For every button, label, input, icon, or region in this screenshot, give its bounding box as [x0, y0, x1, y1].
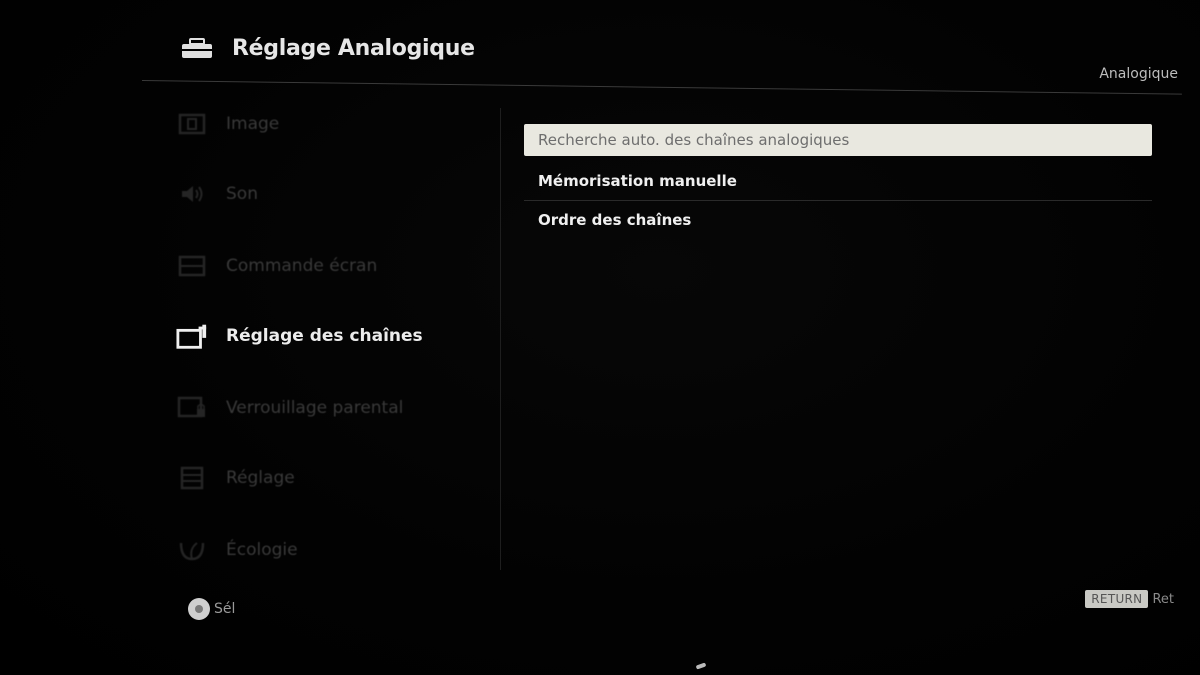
- panel-divider: [500, 108, 501, 570]
- input-mode-label: Analogique: [1099, 66, 1178, 82]
- return-hint-label: Ret: [1152, 591, 1174, 607]
- sidebar-item-image[interactable]: Image: [176, 104, 496, 144]
- options-panel: Recherche auto. des chaînes analogiques …: [524, 124, 1152, 239]
- return-hint[interactable]: RETURN Ret: [1085, 590, 1174, 608]
- settings-list-icon: [176, 465, 208, 491]
- picture-icon: [176, 111, 208, 137]
- channel-setup-icon: [176, 323, 208, 349]
- sidebar-item-ecology[interactable]: Écologie: [176, 530, 496, 570]
- sidebar-item-label: Son: [226, 184, 258, 204]
- sidebar-item-settings[interactable]: Réglage: [176, 458, 496, 498]
- header-divider: [141, 80, 1182, 95]
- eco-leaf-icon: [176, 537, 208, 563]
- toolbox-icon: [180, 37, 214, 60]
- option-manual-memorization[interactable]: Mémorisation manuelle: [524, 162, 1152, 201]
- select-hint: Sél: [188, 598, 235, 620]
- page-title: Réglage Analogique: [232, 36, 475, 61]
- sidebar-item-label: Verrouillage parental: [226, 398, 404, 418]
- sidebar-item-label: Commande écran: [226, 256, 378, 276]
- option-auto-search[interactable]: Recherche auto. des chaînes analogiques: [524, 124, 1152, 156]
- sidebar-item-sound[interactable]: Son: [176, 174, 496, 214]
- menu-header: Réglage Analogique: [180, 36, 475, 61]
- bottom-indicator: [695, 662, 707, 670]
- sidebar-item-label: Image: [226, 114, 280, 134]
- select-hint-label: Sél: [214, 601, 236, 617]
- parental-lock-icon: [176, 395, 208, 421]
- sidebar-item-screen-control[interactable]: Commande écran: [176, 246, 496, 286]
- sidebar-item-parental-lock[interactable]: Verrouillage parental: [176, 388, 496, 428]
- screen-control-icon: [176, 253, 208, 279]
- speaker-icon: [176, 181, 208, 207]
- option-channel-order[interactable]: Ordre des chaînes: [524, 201, 1152, 239]
- tv-menu-screen: Réglage Analogique Analogique Image Son …: [0, 0, 1200, 675]
- sidebar-item-channel-setup[interactable]: Réglage des chaînes: [176, 316, 496, 356]
- return-key-badge: RETURN: [1085, 590, 1149, 608]
- sidebar-item-label: Réglage des chaînes: [226, 326, 423, 346]
- sidebar-item-label: Écologie: [226, 540, 298, 560]
- select-button-icon: [188, 598, 210, 620]
- sidebar-item-label: Réglage: [226, 468, 295, 488]
